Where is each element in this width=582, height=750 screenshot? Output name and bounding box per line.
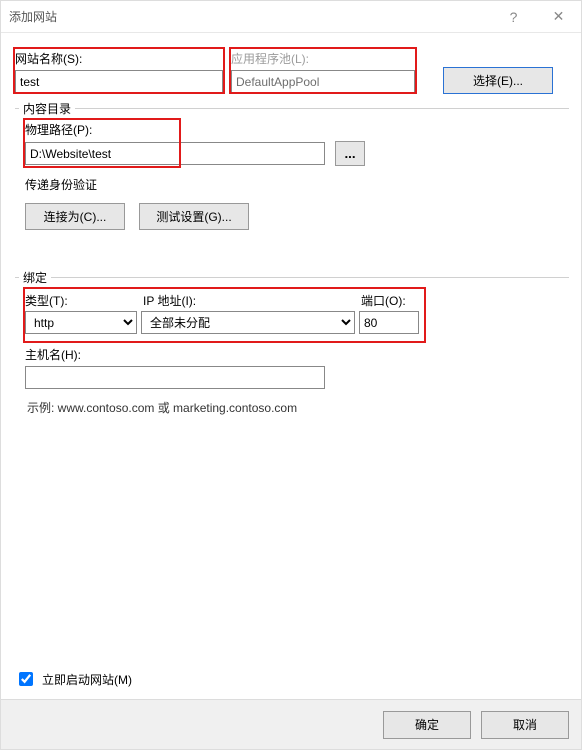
- add-website-dialog: 添加网站 ? ✕ 网站名称(S): 应用程序池(L): 选择(E)... 内容目…: [0, 0, 582, 750]
- physical-path-input[interactable]: [25, 142, 325, 165]
- site-name-input[interactable]: [15, 70, 223, 93]
- app-pool-group: 应用程序池(L):: [231, 50, 415, 93]
- binding-ip-select[interactable]: 全部未分配: [141, 311, 355, 334]
- start-now-label: 立即启动网站(M): [42, 671, 132, 688]
- start-now-checkbox[interactable]: [19, 672, 33, 686]
- binding-ip-label: IP 地址(I):: [143, 292, 361, 309]
- test-settings-button[interactable]: 测试设置(G)...: [139, 203, 249, 230]
- content-directory-legend: 内容目录: [19, 100, 75, 117]
- binding-port-input[interactable]: [359, 311, 419, 334]
- titlebar: 添加网站 ? ✕: [1, 1, 581, 33]
- connect-as-button[interactable]: 连接为(C)...: [25, 203, 125, 230]
- site-name-label: 网站名称(S):: [15, 50, 223, 67]
- binding-type-label: 类型(T):: [25, 292, 143, 309]
- cancel-button[interactable]: 取消: [481, 711, 569, 739]
- start-now-row[interactable]: 立即启动网站(M): [15, 669, 132, 689]
- host-name-input[interactable]: [25, 366, 325, 389]
- window-title: 添加网站: [9, 8, 491, 25]
- physical-path-label: 物理路径(P):: [25, 121, 559, 138]
- app-pool-input: [231, 70, 415, 93]
- select-app-pool-button[interactable]: 选择(E)...: [443, 67, 553, 94]
- binding-group: 绑定 类型(T): IP 地址(I): 端口(O): http 全部未分配 主机…: [15, 269, 569, 427]
- site-name-group: 网站名称(S):: [15, 50, 223, 93]
- browse-path-button[interactable]: ...: [335, 141, 365, 166]
- app-pool-label: 应用程序池(L):: [231, 50, 415, 67]
- content-directory-group: 内容目录 物理路径(P): ... 传递身份验证 连接为(C)... 测试设置(…: [15, 100, 569, 257]
- help-button[interactable]: ?: [491, 2, 536, 32]
- close-button[interactable]: ✕: [536, 2, 581, 32]
- binding-legend: 绑定: [19, 269, 51, 286]
- host-name-example: 示例: www.contoso.com 或 marketing.contoso.…: [27, 399, 559, 416]
- passthrough-auth-label: 传递身份验证: [25, 176, 559, 193]
- binding-port-label: 端口(O):: [361, 292, 421, 309]
- binding-type-select[interactable]: http: [25, 311, 137, 334]
- ok-button[interactable]: 确定: [383, 711, 471, 739]
- dialog-footer: 确定 取消: [1, 699, 581, 749]
- host-name-label: 主机名(H):: [25, 346, 559, 363]
